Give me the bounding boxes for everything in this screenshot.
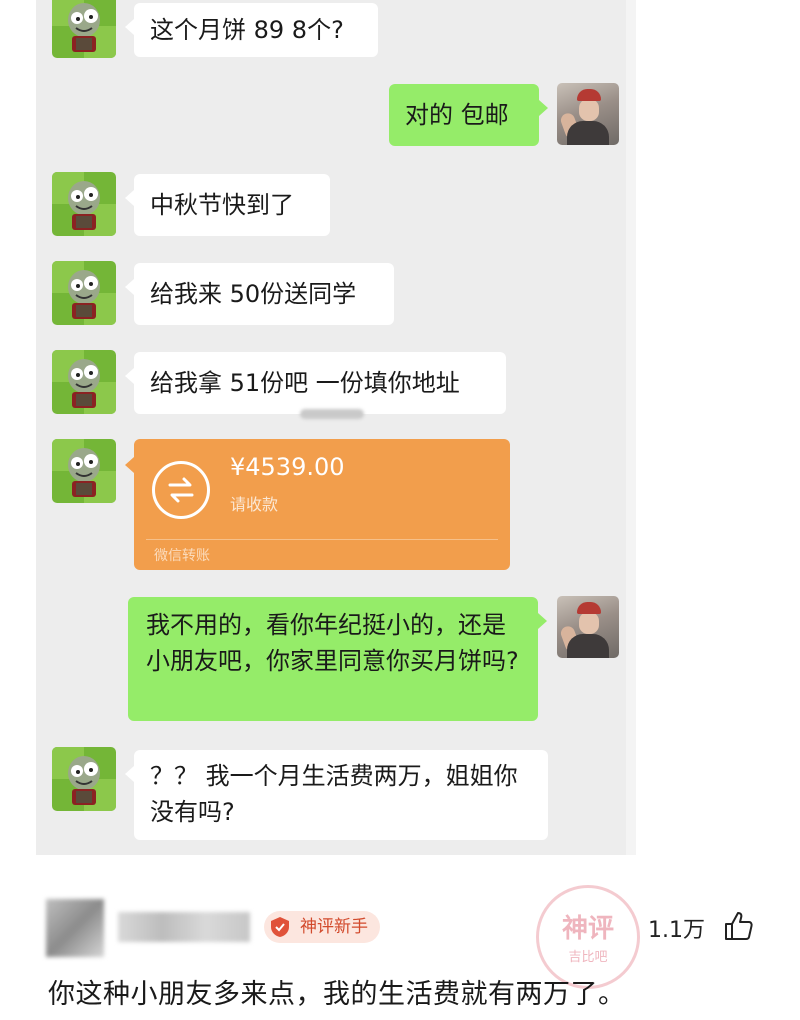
contact-avatar[interactable]: [52, 172, 116, 236]
transfer-footer: 微信转账: [154, 548, 210, 564]
badge-label: 神评新手: [300, 917, 368, 937]
stamp-sub-text: 吉比吧: [568, 950, 608, 965]
comment-text: 你这种小朋友多来点，我的生活费就有两万了。: [48, 979, 626, 1010]
message-bubble-left[interactable]: 给我拿 51份吧 一份填你地址: [125, 352, 506, 414]
contact-avatar[interactable]: [52, 439, 116, 503]
message-bubble-left[interactable]: ？？ 我一个月生活费两万，姐姐你没有吗?: [125, 750, 548, 840]
stamp-main-text: 神评: [561, 914, 614, 944]
chat-edge: [626, 0, 636, 855]
message-bubble-right[interactable]: 我不用的，看你年纪挺小的，还是小朋友吧，你家里同意你买月饼吗?: [128, 597, 547, 721]
watermark: [300, 406, 390, 426]
contact-avatar[interactable]: [52, 350, 116, 414]
like-count: 1.1万: [648, 918, 705, 943]
shield-badge-icon: [271, 917, 289, 937]
transfer-status: 请收款: [230, 495, 279, 514]
transfer-arrows-icon: [152, 461, 210, 519]
message-bubble-left[interactable]: 中秋节快到了: [125, 174, 330, 236]
message-bubble-left[interactable]: 给我来 50份送同学: [125, 263, 394, 325]
contact-avatar[interactable]: [52, 0, 116, 58]
commenter-avatar[interactable]: [46, 899, 104, 957]
commenter-name[interactable]: [118, 912, 250, 942]
transfer-divider: [146, 539, 498, 540]
thumbs-up-icon[interactable]: [722, 909, 756, 943]
transfer-card[interactable]: ¥4539.00 请收款 微信转账: [125, 439, 510, 570]
message-bubble-right[interactable]: 对的 包邮: [389, 84, 548, 146]
transfer-amount: ¥4539.00: [230, 453, 345, 481]
contact-avatar[interactable]: [52, 747, 116, 811]
commenter-badge: 神评新手: [264, 911, 380, 943]
contact-avatar[interactable]: [52, 261, 116, 325]
message-bubble-left[interactable]: 这个月饼 89 8个?: [125, 3, 378, 57]
user-avatar[interactable]: [557, 596, 619, 658]
user-avatar[interactable]: [557, 83, 619, 145]
